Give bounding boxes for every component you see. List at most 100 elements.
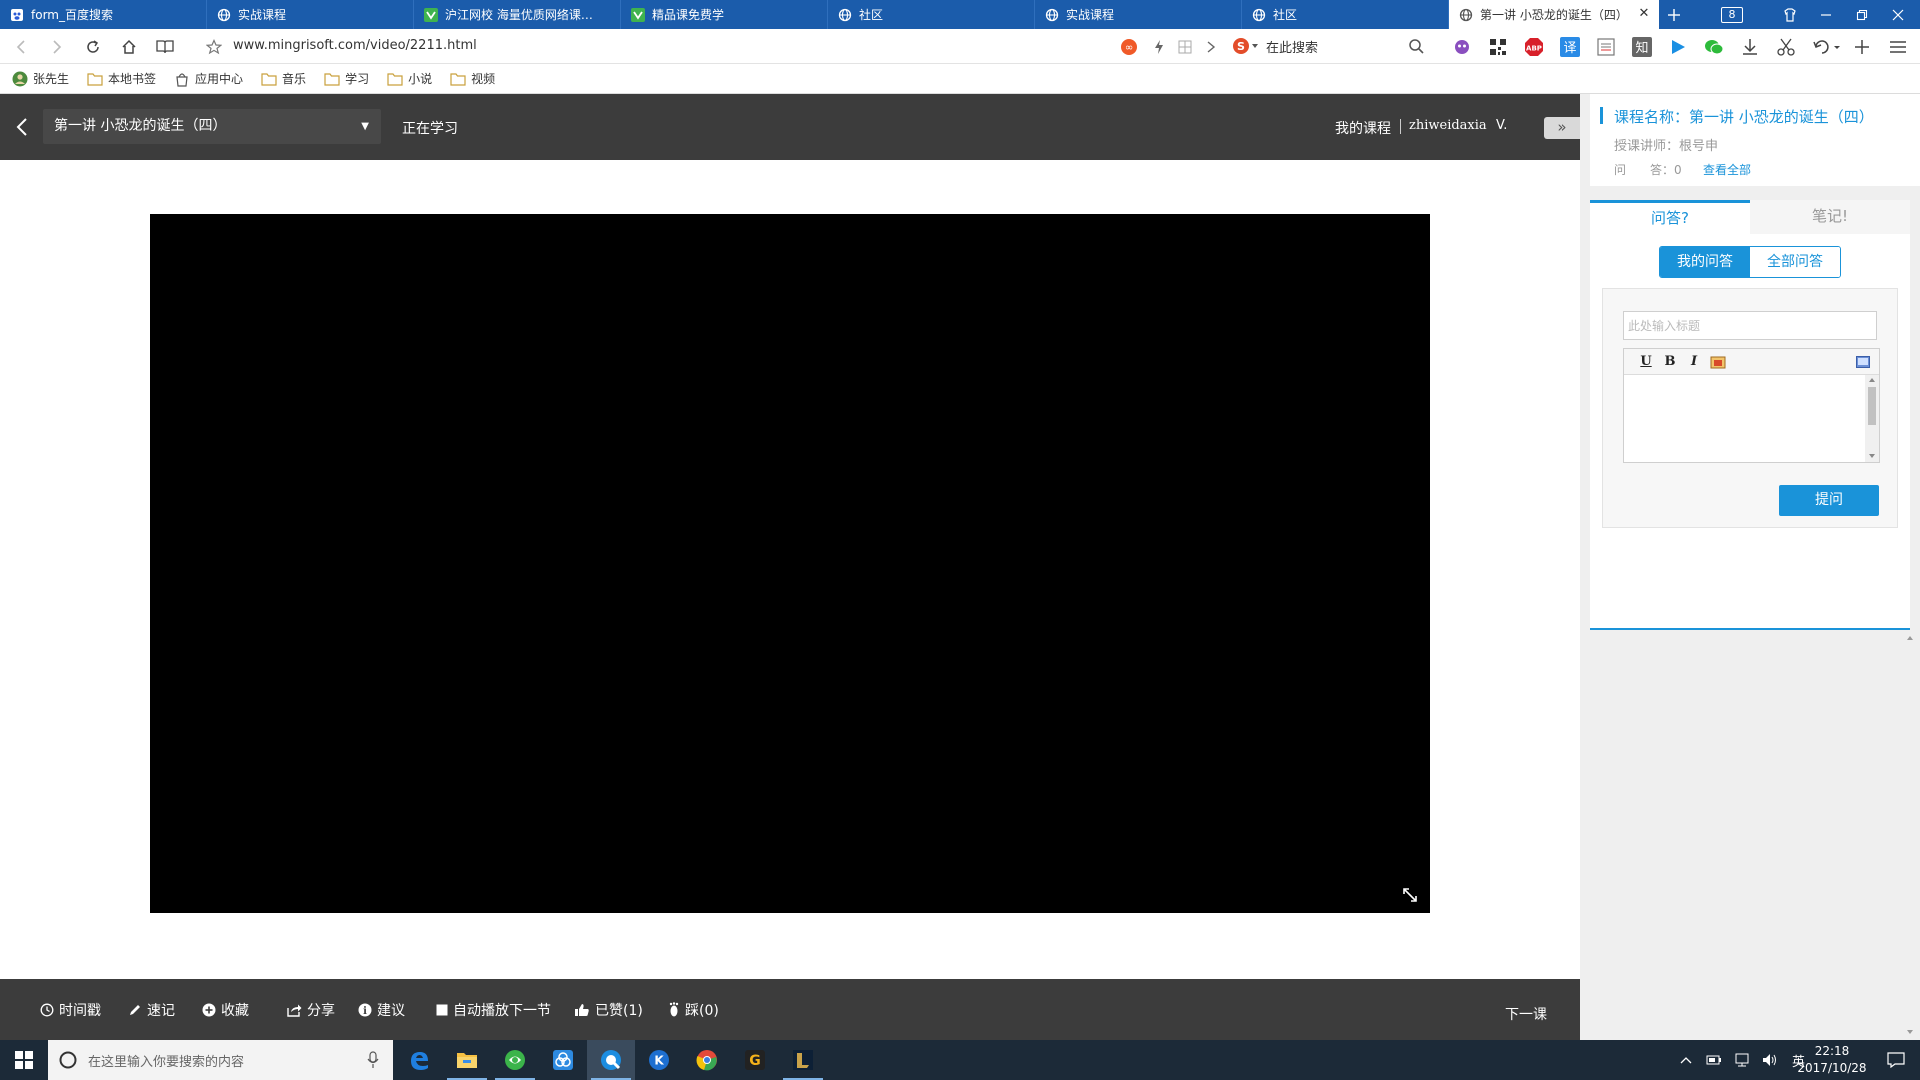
browser-tab[interactable]: form_百度搜索 (0, 0, 207, 29)
volume-icon[interactable] (1762, 1053, 1778, 1067)
subtab-my-qa[interactable]: 我的问答 (1660, 247, 1750, 277)
notification-icon[interactable] (1872, 1040, 1920, 1080)
microphone-icon[interactable] (367, 1051, 379, 1069)
league-icon[interactable] (779, 1040, 827, 1080)
search-icon[interactable] (1408, 38, 1424, 54)
zhihu-icon[interactable]: 知 (1630, 35, 1654, 59)
adblock-icon[interactable]: ABP (1522, 35, 1546, 59)
autoplay-toggle[interactable]: 自动播放下一节 (436, 1000, 551, 1020)
close-window-icon[interactable] (1880, 0, 1916, 29)
tray-chevron-up-icon[interactable] (1680, 1056, 1692, 1064)
taskbar-clock[interactable]: 22:18 2017/10/28 (1790, 1043, 1874, 1077)
collapse-panel-button[interactable]: » (1544, 117, 1580, 139)
minimize-icon[interactable] (1808, 0, 1844, 29)
fox-ext-icon[interactable] (1450, 35, 1474, 59)
home-icon[interactable] (114, 29, 144, 64)
bookmark-user[interactable]: 张先生 (12, 70, 69, 87)
editor-content-area[interactable] (1624, 375, 1865, 462)
my-courses-link[interactable]: 我的课程 (1335, 118, 1391, 138)
translate-icon[interactable]: 译 (1558, 35, 1582, 59)
wechat-icon[interactable] (1702, 35, 1726, 59)
qrcode-icon[interactable] (1486, 35, 1510, 59)
menu-icon[interactable] (1886, 35, 1910, 59)
bookmark-folder[interactable]: 本地书签 (87, 70, 156, 87)
note-button[interactable]: 速记 (128, 1000, 175, 1020)
bookmark-folder[interactable]: 学习 (324, 70, 369, 87)
scissors-icon[interactable] (1774, 35, 1798, 59)
network-icon[interactable] (1734, 1053, 1750, 1067)
taskbar-search[interactable]: 在这里输入你要搜索的内容 (48, 1040, 393, 1080)
new-tab-button[interactable] (1656, 0, 1692, 29)
windows-start-icon[interactable] (0, 1040, 48, 1080)
sogou-search-icon[interactable]: S (1232, 37, 1258, 55)
browser-tab[interactable]: 精品课免费学 (621, 0, 828, 29)
share-button[interactable]: 分享 (286, 1000, 335, 1020)
search-box[interactable]: S 在此搜索 (1232, 33, 1432, 59)
add-icon[interactable] (1850, 35, 1874, 59)
g-app-icon[interactable]: G (731, 1040, 779, 1080)
skin-icon[interactable] (1772, 0, 1808, 29)
italic-button[interactable]: I (1682, 352, 1706, 372)
username-link[interactable]: zhiweidaxia (1409, 118, 1487, 133)
edge-icon[interactable] (395, 1040, 443, 1080)
view-all-link[interactable]: 查看全部 (1703, 161, 1751, 178)
active-browser-icon[interactable] (587, 1040, 635, 1080)
subtab-all-qa[interactable]: 全部问答 (1750, 247, 1840, 277)
refresh-icon[interactable] (78, 29, 108, 64)
notes-ext-icon[interactable] (1594, 35, 1618, 59)
favorite-button[interactable]: 收藏 (202, 1000, 249, 1020)
bookmark-folder[interactable]: 音乐 (261, 70, 306, 87)
browser-tab-active[interactable]: 第一讲 小恐龙的诞生（四） ✕ (1449, 0, 1659, 29)
tab-qa[interactable]: 问答? (1590, 200, 1750, 234)
bookmark-folder[interactable]: 视频 (450, 70, 495, 87)
bookmark-folder[interactable]: 小说 (387, 70, 432, 87)
browser-tab[interactable]: 社区 (828, 0, 1035, 29)
next-lesson-button[interactable]: 下一课 (1505, 1004, 1547, 1024)
editor-scrollbar[interactable] (1865, 375, 1879, 462)
back-arrow-icon[interactable] (10, 112, 34, 142)
bold-button[interactable]: B (1658, 352, 1682, 372)
kugou-icon[interactable]: K (635, 1040, 683, 1080)
undo-icon[interactable] (1810, 35, 1844, 59)
photos-app-icon[interactable] (539, 1040, 587, 1080)
tabbar-controls: 8 (1656, 0, 1916, 29)
tab-notes[interactable]: 笔记! (1750, 200, 1910, 234)
file-explorer-icon[interactable] (443, 1040, 491, 1080)
checkbox[interactable] (436, 1004, 448, 1016)
underline-button[interactable]: U (1634, 352, 1658, 372)
suggest-button[interactable]: i 建议 (358, 1000, 405, 1020)
source-view-icon[interactable] (1851, 352, 1875, 372)
star-icon[interactable] (199, 29, 229, 64)
chrome-icon[interactable] (683, 1040, 731, 1080)
dislike-button[interactable]: 踩(0) (668, 1000, 719, 1020)
reader-icon[interactable] (150, 29, 180, 64)
tab-count-button[interactable]: 8 (1692, 0, 1772, 29)
video-player[interactable] (150, 214, 1430, 913)
browser-tab[interactable]: 社区 (1242, 0, 1449, 29)
panel-scrollbar[interactable] (1900, 630, 1920, 1040)
lightning-icon[interactable] (1147, 35, 1171, 59)
grid-ext-icon[interactable] (1173, 35, 1197, 59)
url-field[interactable]: www.mingrisoft.com/video/2211.html (233, 38, 477, 53)
timestamp-button[interactable]: 时间戳 (40, 1000, 101, 1020)
browser-tab[interactable]: 沪江网校 海量优质网络课程在线学习 (414, 0, 621, 29)
restore-icon[interactable] (1844, 0, 1880, 29)
browser-tab[interactable]: 实战课程 (1035, 0, 1242, 29)
battery-icon[interactable] (1706, 1054, 1722, 1066)
close-tab-icon[interactable]: ✕ (1637, 7, 1651, 21)
browser-tab[interactable]: 实战课程 (207, 0, 414, 29)
bookmark-app-center[interactable]: 应用中心 (174, 70, 243, 87)
insert-image-icon[interactable] (1706, 352, 1730, 372)
play-ext-icon[interactable] (1666, 35, 1690, 59)
infinity-icon[interactable]: ∞ (1117, 35, 1141, 59)
lesson-select[interactable]: 第一讲 小恐龙的诞生（四） ▼ (43, 109, 381, 144)
fullscreen-icon[interactable] (1402, 887, 1418, 903)
browser-360-icon[interactable] (491, 1040, 539, 1080)
like-button[interactable]: 已赞(1) (574, 1000, 643, 1020)
question-title-input[interactable] (1623, 311, 1877, 340)
forward-icon[interactable] (42, 29, 72, 64)
download-icon[interactable] (1738, 35, 1762, 59)
ask-question-button[interactable]: 提问 (1779, 485, 1879, 516)
chevron-right-icon[interactable] (1199, 35, 1223, 59)
back-icon[interactable] (6, 29, 36, 64)
